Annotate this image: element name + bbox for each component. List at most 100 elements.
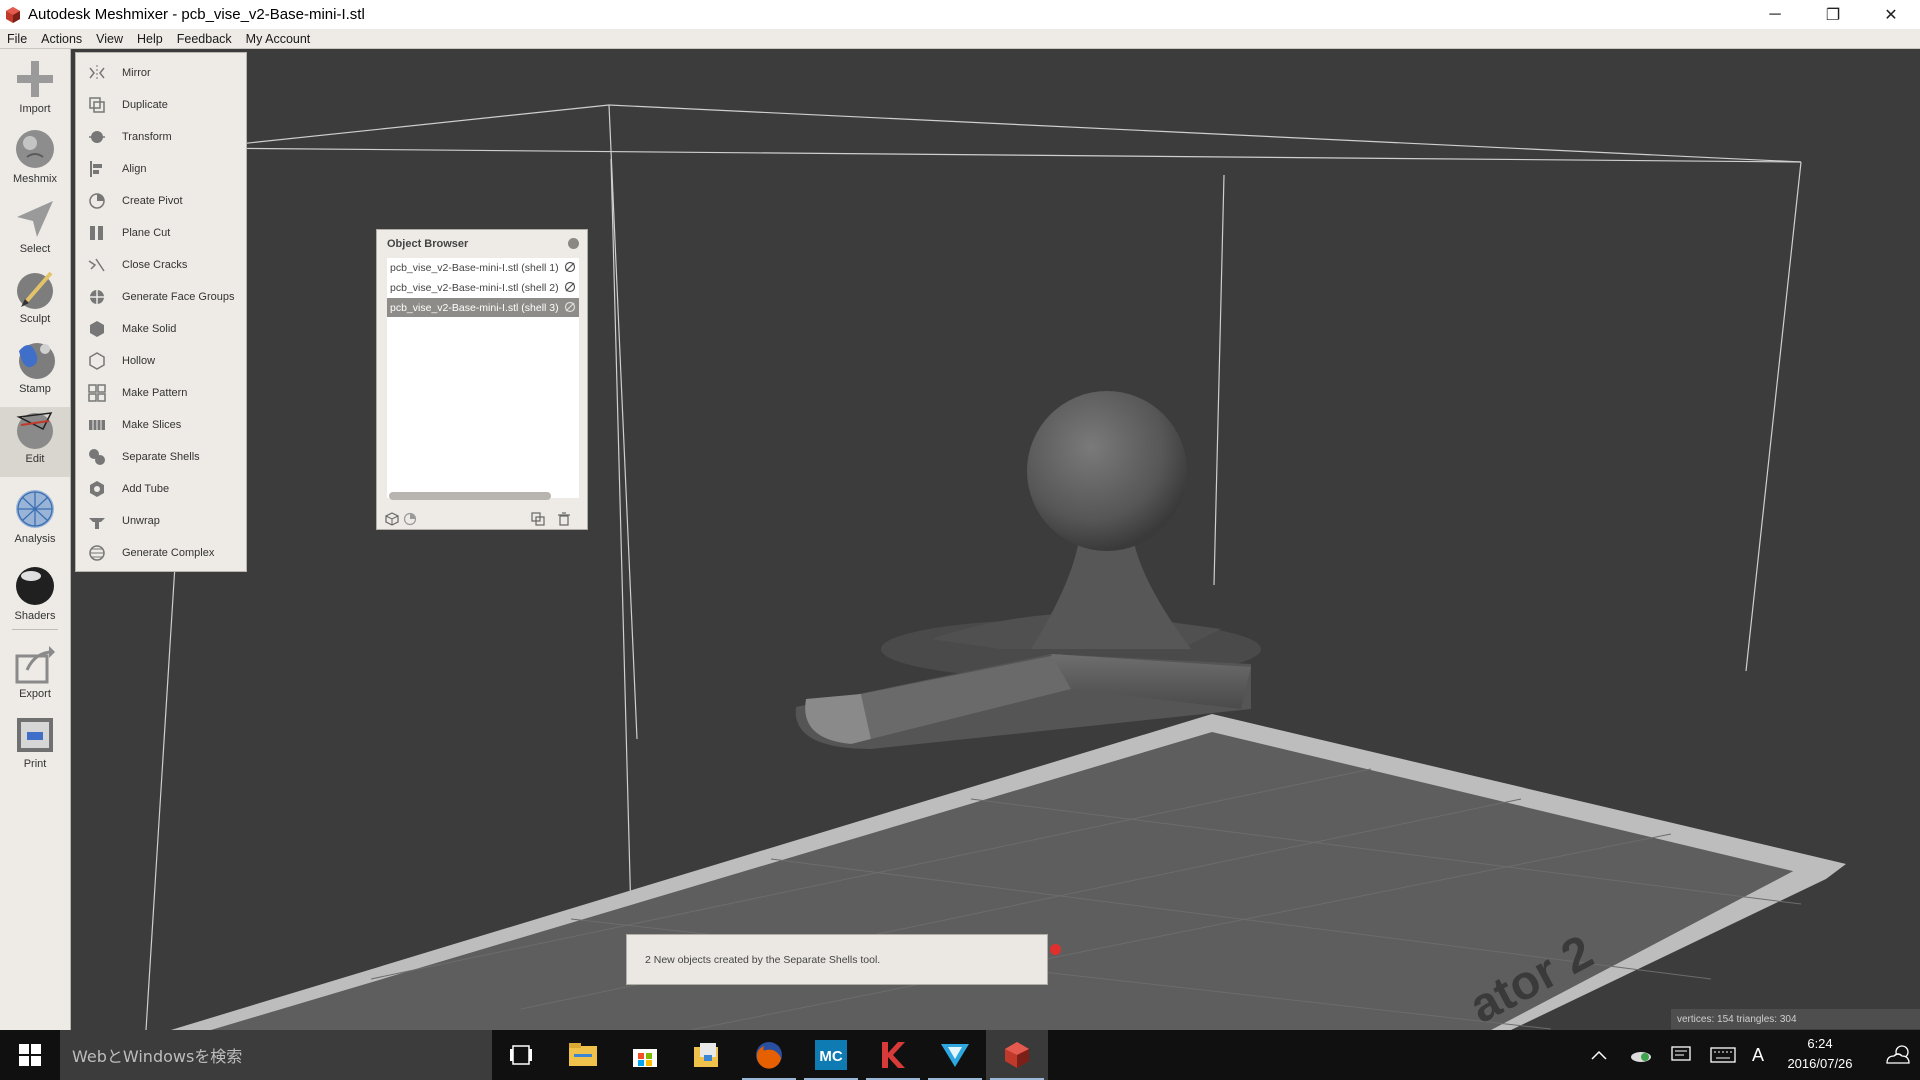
edit-item-align[interactable]: Align bbox=[76, 153, 246, 185]
taskbar-clock[interactable]: 6:24 2016/07/26 bbox=[1770, 1034, 1870, 1076]
slices-icon bbox=[89, 420, 105, 430]
edit-item-generate-face-groups[interactable]: Generate Face Groups bbox=[76, 281, 246, 313]
tool-label: Analysis bbox=[14, 533, 56, 545]
folder-app-button[interactable] bbox=[676, 1030, 738, 1080]
edit-item-make-pattern[interactable]: Make Pattern bbox=[76, 377, 246, 409]
clock-date: 2016/07/26 bbox=[1787, 1056, 1853, 1071]
edit-item-make-slices[interactable]: Make Slices bbox=[76, 409, 246, 441]
edit-icon bbox=[16, 412, 53, 449]
start-button[interactable] bbox=[0, 1030, 60, 1080]
menu-feedback[interactable]: Feedback bbox=[170, 29, 239, 49]
tool-label: Meshmix bbox=[12, 173, 57, 185]
show-hidden-icons-button[interactable] bbox=[1585, 1030, 1613, 1080]
meshmixer-icon bbox=[1005, 1042, 1029, 1068]
file-explorer-button[interactable] bbox=[552, 1030, 614, 1080]
tool-select[interactable]: Select bbox=[0, 197, 70, 255]
notification-dot-icon bbox=[1050, 944, 1061, 955]
object-browser-footer bbox=[377, 507, 587, 529]
edit-item-label: Make Slices bbox=[122, 419, 182, 431]
cube-icon[interactable] bbox=[385, 512, 399, 526]
edit-item-label: Transform bbox=[122, 131, 172, 143]
tube-icon bbox=[90, 481, 104, 497]
firefox-button[interactable] bbox=[738, 1030, 800, 1080]
close-button[interactable]: ✕ bbox=[1862, 0, 1920, 29]
tray-sync-button[interactable] bbox=[1624, 1030, 1658, 1080]
tool-shaders[interactable]: Shaders bbox=[0, 564, 70, 622]
edit-item-label: Make Solid bbox=[122, 323, 177, 335]
restore-button[interactable]: ❐ bbox=[1804, 0, 1862, 29]
edit-item-duplicate[interactable]: Duplicate bbox=[76, 89, 246, 121]
tool-sculpt[interactable]: Sculpt bbox=[0, 267, 70, 325]
edit-item-make-solid[interactable]: Make Solid bbox=[76, 313, 246, 345]
edit-item-create-pivot[interactable]: Create Pivot bbox=[76, 185, 246, 217]
edit-item-plane-cut[interactable]: Plane Cut bbox=[76, 217, 246, 249]
tool-label: Sculpt bbox=[19, 313, 51, 325]
face-groups-icon bbox=[90, 290, 104, 304]
analysis-icon bbox=[16, 490, 54, 528]
mc-app-button[interactable]: MC bbox=[800, 1030, 862, 1080]
menu-actions[interactable]: Actions bbox=[34, 29, 89, 49]
visibility-toggle-icon[interactable] bbox=[564, 281, 576, 293]
tray-weather-button[interactable] bbox=[1878, 1030, 1918, 1080]
edit-item-label: Unwrap bbox=[122, 515, 160, 527]
store-button[interactable] bbox=[614, 1030, 676, 1080]
edit-item-label: Make Pattern bbox=[122, 387, 188, 399]
tray-ime-button[interactable]: A bbox=[1746, 1030, 1770, 1080]
edit-item-unwrap[interactable]: Unwrap bbox=[76, 505, 246, 537]
object-browser-panel: Object Browser pcb_vise_v2-Base-mini-I.s… bbox=[376, 229, 588, 530]
edit-item-transform[interactable]: Transform bbox=[76, 121, 246, 153]
menu-file[interactable]: File bbox=[0, 29, 34, 49]
visibility-toggle-icon[interactable] bbox=[564, 261, 576, 273]
notification-toast: 2 New objects created by the Separate Sh… bbox=[626, 934, 1048, 985]
toast-message: 2 New objects created by the Separate Sh… bbox=[645, 953, 881, 966]
folder-icon bbox=[694, 1043, 718, 1067]
tray-keyboard-button[interactable] bbox=[1706, 1030, 1740, 1080]
edit-item-generate-complex[interactable]: Generate Complex bbox=[76, 537, 246, 569]
search-placeholder: WebとWindowsを検索 bbox=[72, 1047, 243, 1066]
3d-viewport[interactable]: ator 2 bbox=[71, 49, 1920, 1030]
windows-taskbar: WebとWindowsを検索 MC A 6:24 2016/07/26 bbox=[0, 1030, 1920, 1080]
k-app-button[interactable] bbox=[862, 1030, 924, 1080]
clock-time: 6:24 bbox=[1807, 1036, 1833, 1051]
meshmixer-taskbar-button[interactable] bbox=[986, 1030, 1048, 1080]
visibility-toggle-icon[interactable] bbox=[564, 301, 576, 313]
object-row[interactable]: pcb_vise_v2-Base-mini-I.stl (shell 2) bbox=[387, 278, 579, 297]
edit-item-label: Generate Complex bbox=[122, 547, 215, 559]
taskbar-search[interactable]: WebとWindowsを検索 bbox=[60, 1030, 492, 1080]
minimize-button[interactable]: ─ bbox=[1746, 0, 1804, 29]
edit-item-close-cracks[interactable]: Close Cracks bbox=[76, 249, 246, 281]
object-list[interactable]: pcb_vise_v2-Base-mini-I.stl (shell 1) pc… bbox=[387, 258, 579, 498]
task-view-button[interactable] bbox=[490, 1030, 552, 1080]
edit-item-add-tube[interactable]: Add Tube bbox=[76, 473, 246, 505]
v-app-button[interactable] bbox=[924, 1030, 986, 1080]
v-app-icon bbox=[941, 1044, 969, 1067]
edit-item-separate-shells[interactable]: Separate Shells bbox=[76, 441, 246, 473]
complex-icon bbox=[89, 545, 105, 561]
tool-meshmix[interactable]: Meshmix bbox=[0, 127, 70, 185]
mesh-stats-text: vertices: 154 triangles: 304 bbox=[1677, 1013, 1797, 1025]
tool-import[interactable]: Import bbox=[0, 57, 70, 115]
pivot-icon[interactable] bbox=[403, 512, 417, 526]
menu-my-account[interactable]: My Account bbox=[239, 29, 318, 49]
tool-stamp[interactable]: Stamp bbox=[0, 337, 70, 395]
close-icon[interactable] bbox=[568, 238, 579, 249]
horizontal-scrollbar[interactable] bbox=[389, 492, 551, 500]
tool-label: Print bbox=[23, 758, 47, 770]
tool-export[interactable]: Export bbox=[0, 642, 70, 700]
tray-notifications-button[interactable] bbox=[1664, 1030, 1698, 1080]
menu-help[interactable]: Help bbox=[130, 29, 170, 49]
tool-analysis[interactable]: Analysis bbox=[0, 487, 70, 545]
edit-item-hollow[interactable]: Hollow bbox=[76, 345, 246, 377]
object-row-selected[interactable]: pcb_vise_v2-Base-mini-I.stl (shell 3) bbox=[387, 298, 579, 317]
edit-item-mirror[interactable]: Mirror bbox=[76, 57, 246, 89]
store-icon bbox=[633, 1049, 657, 1067]
tool-print[interactable]: Print bbox=[0, 712, 70, 770]
tool-edit[interactable]: Edit bbox=[0, 407, 70, 477]
left-toolbar: Import Meshmix Select Sculpt Stamp Edit … bbox=[0, 49, 71, 1030]
duplicate-icon[interactable] bbox=[531, 512, 545, 526]
object-row[interactable]: pcb_vise_v2-Base-mini-I.stl (shell 1) bbox=[387, 258, 579, 277]
weather-cloud-icon bbox=[1886, 1045, 1910, 1064]
edit-item-label: Create Pivot bbox=[122, 195, 183, 207]
menu-view[interactable]: View bbox=[89, 29, 130, 49]
trash-icon[interactable] bbox=[557, 512, 571, 526]
